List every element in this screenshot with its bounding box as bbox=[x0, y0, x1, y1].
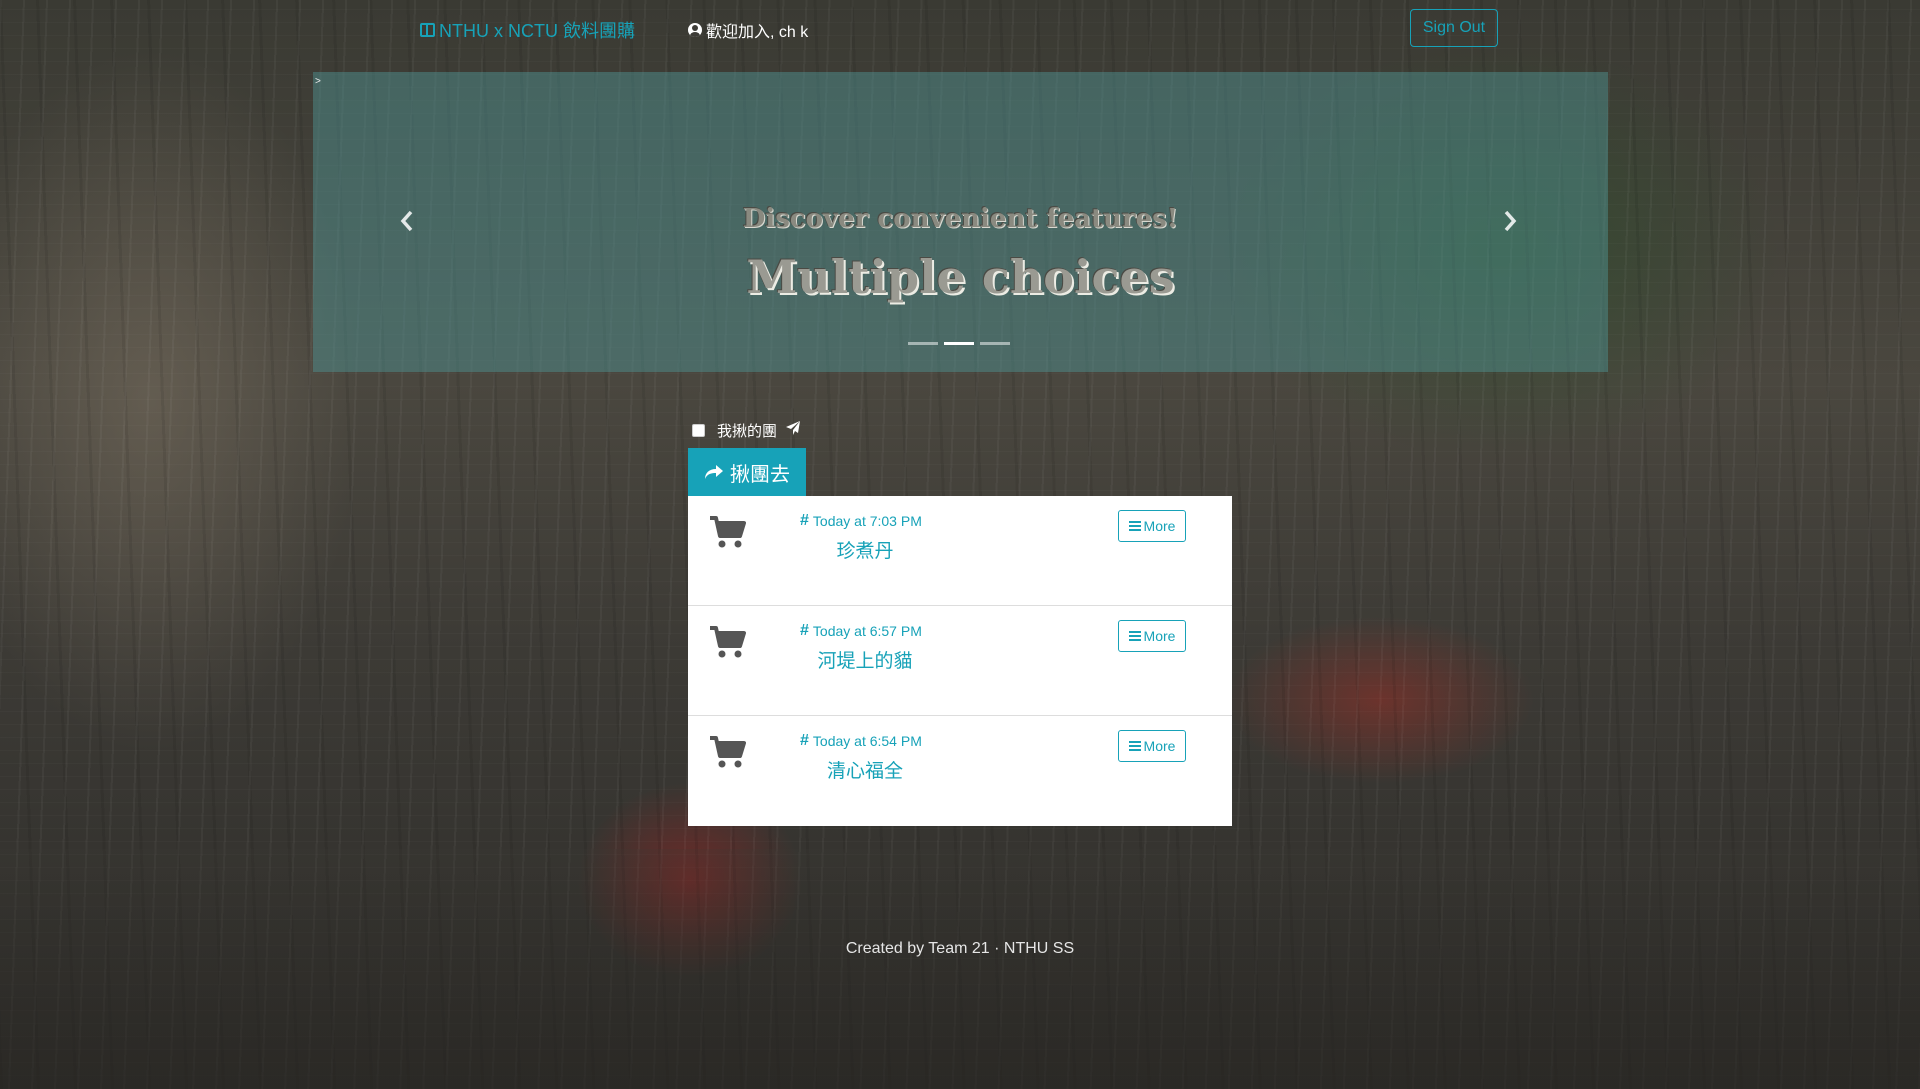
list-item: # Today at 6:54 PM 清心福全 More bbox=[688, 716, 1232, 826]
my-group-toggle[interactable]: 我揪的團 bbox=[692, 420, 801, 441]
carousel-indicator-1[interactable] bbox=[908, 342, 938, 345]
order-time-text: Today at 6:57 PM bbox=[812, 623, 922, 639]
order-shop-name[interactable]: 珍煮丹 bbox=[688, 536, 1042, 563]
my-group-label: 我揪的團 bbox=[717, 423, 778, 440]
carousel-corner-mark: > bbox=[315, 76, 321, 87]
order-time: # Today at 6:54 PM bbox=[800, 732, 922, 750]
sign-out-button[interactable]: Sign Out bbox=[1410, 9, 1498, 47]
carousel-indicator-3[interactable] bbox=[980, 342, 1010, 345]
navbar: NTHU x NCTU 飲料團購 歡迎加入, ch k Sign Out bbox=[0, 0, 1920, 56]
order-time: # Today at 6:57 PM bbox=[800, 622, 922, 640]
welcome-message: 歡迎加入, ch k bbox=[688, 18, 808, 42]
more-button[interactable]: More bbox=[1118, 730, 1186, 762]
order-time-text: Today at 6:54 PM bbox=[812, 733, 922, 749]
user-circle-icon bbox=[688, 23, 702, 37]
start-group-label: 揪團去 bbox=[730, 463, 790, 486]
bars-icon bbox=[1128, 521, 1141, 531]
order-time: # Today at 7:03 PM bbox=[800, 512, 922, 530]
carousel-subtitle: Discover convenient features! bbox=[742, 204, 1179, 234]
footer-credit: Created by Team 21 · NTHU SS bbox=[845, 940, 1075, 957]
more-button[interactable]: More bbox=[1118, 620, 1186, 652]
hashtag-icon: # bbox=[800, 622, 809, 639]
hashtag-icon: # bbox=[800, 732, 809, 749]
order-time-text: Today at 7:03 PM bbox=[812, 513, 922, 529]
share-icon bbox=[705, 465, 723, 479]
start-group-button[interactable]: 揪團去 bbox=[688, 448, 806, 496]
order-list: # Today at 7:03 PM 珍煮丹 More # Today at 6… bbox=[688, 496, 1232, 826]
carousel-title: Multiple choices bbox=[746, 250, 1175, 304]
more-label: More bbox=[1143, 738, 1176, 754]
hashtag-icon: # bbox=[800, 512, 809, 529]
list-item: # Today at 6:57 PM 河堤上的貓 More bbox=[688, 606, 1232, 716]
brand-link[interactable]: NTHU x NCTU 飲料團購 bbox=[420, 17, 635, 43]
more-label: More bbox=[1143, 628, 1176, 644]
book-icon bbox=[420, 23, 435, 37]
order-shop-name[interactable]: 清心福全 bbox=[688, 756, 1042, 783]
my-group-checkbox[interactable] bbox=[692, 424, 705, 437]
paper-plane-icon bbox=[786, 421, 801, 435]
brand-label: NTHU x NCTU 飲料團購 bbox=[439, 21, 635, 41]
welcome-text: 歡迎加入, ch k bbox=[706, 24, 809, 41]
order-shop-name[interactable]: 河堤上的貓 bbox=[688, 646, 1042, 673]
bars-icon bbox=[1128, 741, 1141, 751]
carousel-indicator-2[interactable] bbox=[944, 342, 974, 345]
background-road bbox=[0, 849, 1920, 1089]
more-label: More bbox=[1143, 518, 1176, 534]
bars-icon bbox=[1128, 631, 1141, 641]
carousel-indicators bbox=[908, 342, 1010, 345]
more-button[interactable]: More bbox=[1118, 510, 1186, 542]
list-item: # Today at 7:03 PM 珍煮丹 More bbox=[688, 496, 1232, 606]
